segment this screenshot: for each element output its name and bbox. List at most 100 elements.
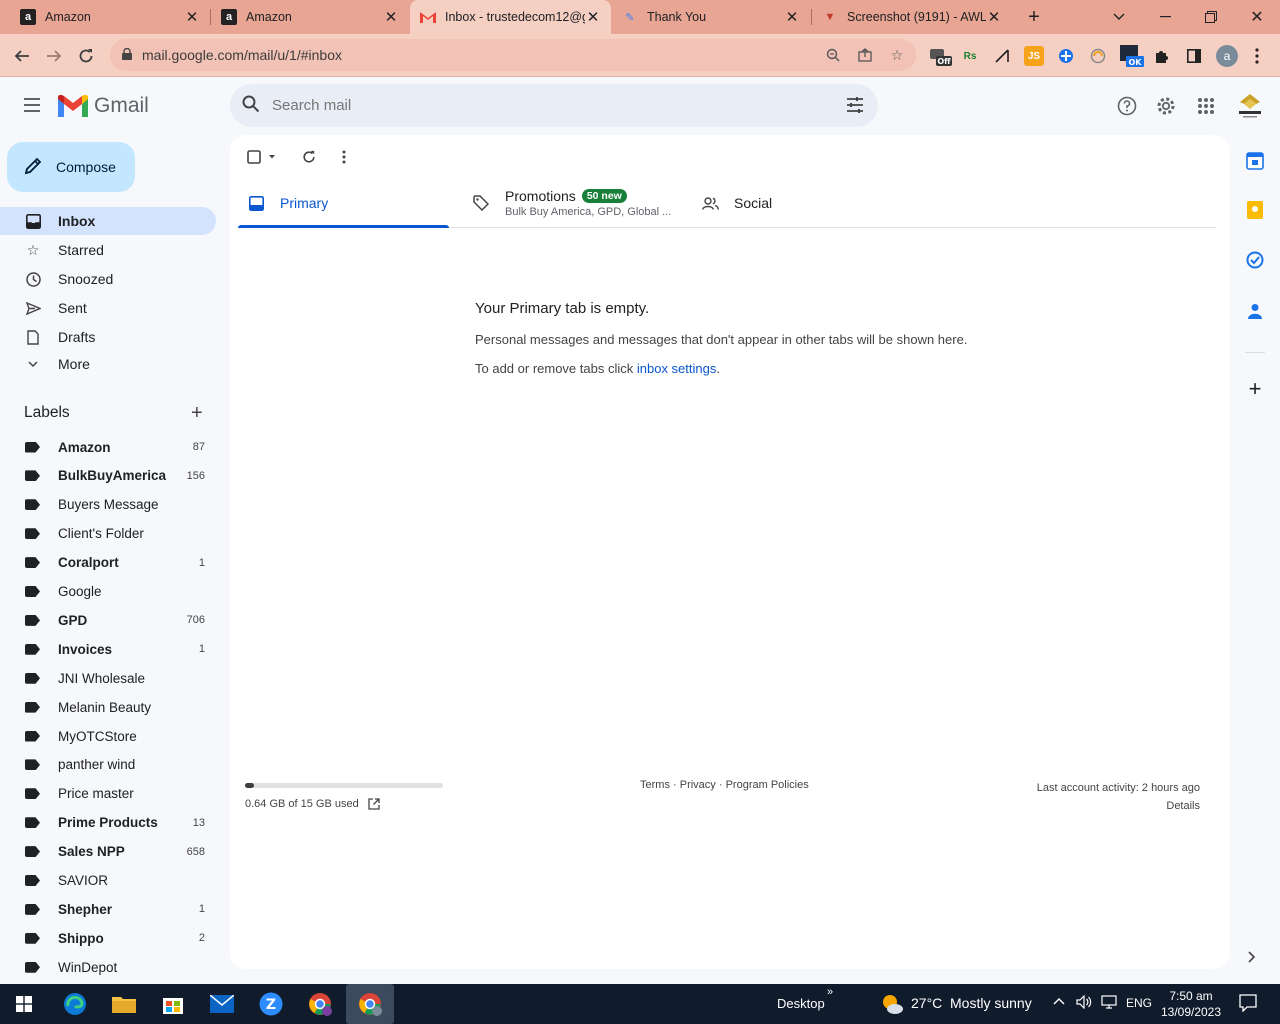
close-icon[interactable]: ✕ — [585, 8, 601, 26]
weather-sun-icon[interactable] — [877, 989, 907, 1019]
tab-promotions[interactable]: Promotions 50 new Bulk Buy America, GPD,… — [471, 179, 691, 227]
label-item[interactable]: Amazon 87 — [0, 433, 216, 461]
gmail-logo[interactable]: Gmail — [58, 94, 149, 118]
address-bar[interactable]: mail.google.com/mail/u/1/#inbox ☆ — [110, 39, 916, 71]
more-options-icon[interactable] — [334, 147, 354, 167]
keep-icon[interactable] — [1245, 200, 1265, 220]
back-button[interactable] — [8, 42, 36, 70]
label-item[interactable]: MyOTCStore — [0, 722, 216, 750]
add-addon-button[interactable]: + — [1245, 376, 1265, 401]
label-item[interactable]: JNI Wholesale — [0, 664, 216, 692]
tab-primary[interactable]: Primary — [238, 179, 449, 228]
label-item[interactable]: SAVIOR — [0, 867, 216, 895]
close-icon[interactable]: ✕ — [986, 8, 1002, 26]
reload-button[interactable] — [72, 42, 100, 70]
main-menu-icon[interactable] — [19, 92, 45, 118]
extension-js-icon[interactable]: JS — [1024, 46, 1044, 66]
extension-crosshair-icon[interactable] — [1056, 46, 1076, 66]
label-item[interactable]: Coralport 1 — [0, 549, 216, 577]
nav-item-more[interactable]: More — [0, 350, 216, 378]
volume-icon[interactable] — [1076, 994, 1092, 1012]
label-item[interactable]: Client's Folder — [0, 520, 216, 548]
search-bar[interactable] — [230, 84, 878, 127]
browser-tab[interactable]: ▼ Screenshot (9191) - AWL ✕ — [812, 0, 1012, 34]
mail-app-icon[interactable] — [207, 989, 237, 1019]
label-item[interactable]: WinDepot — [0, 953, 216, 981]
close-window-button[interactable]: ✕ — [1234, 0, 1280, 34]
expand-panel-icon[interactable] — [1247, 950, 1256, 968]
file-explorer-icon[interactable] — [109, 989, 139, 1019]
search-input[interactable] — [272, 97, 832, 114]
side-panel-icon[interactable] — [1184, 46, 1204, 66]
close-icon[interactable]: ✕ — [383, 8, 399, 26]
nav-item-snoozed[interactable]: Snoozed — [0, 265, 216, 293]
weather-temp[interactable]: 27°C — [911, 995, 942, 1011]
desktop-toolbar-label[interactable]: Desktop — [777, 996, 825, 1011]
chrome-profile-a-icon[interactable] — [346, 984, 394, 1024]
zoom-app-icon[interactable]: Z — [256, 989, 286, 1019]
language-indicator[interactable]: ENG — [1126, 996, 1152, 1010]
close-icon[interactable]: ✕ — [184, 8, 200, 26]
taskbar-clock[interactable]: 7:50 am 13/09/2023 — [1160, 988, 1222, 1020]
label-item[interactable]: Price master — [0, 780, 216, 808]
nav-item-inbox[interactable]: Inbox — [0, 207, 216, 235]
help-icon[interactable] — [1114, 93, 1140, 119]
tab-social[interactable]: Social — [700, 179, 880, 227]
label-item[interactable]: Buyers Message — [0, 491, 216, 519]
browser-tab[interactable]: a Amazon ✕ — [10, 0, 210, 34]
edge-icon[interactable] — [60, 989, 90, 1019]
search-options-icon[interactable] — [846, 96, 864, 117]
new-tab-button[interactable]: + — [1011, 0, 1057, 34]
forward-button[interactable] — [40, 42, 68, 70]
select-all-checkbox[interactable] — [246, 147, 278, 167]
nav-item-sent[interactable]: Sent — [0, 294, 216, 322]
apps-grid-icon[interactable] — [1193, 93, 1219, 119]
browser-menu-icon[interactable] — [1250, 46, 1264, 66]
add-label-button[interactable]: + — [191, 403, 203, 423]
refresh-icon[interactable] — [299, 147, 319, 167]
browser-tab[interactable]: ✎ Thank You ✕ — [612, 0, 810, 34]
tab-search-icon[interactable] — [1096, 0, 1142, 34]
calendar-icon[interactable] — [1245, 151, 1265, 171]
label-item[interactable]: Sales NPP 658 — [0, 838, 216, 866]
compose-button[interactable]: Compose — [7, 142, 135, 192]
search-icon[interactable] — [242, 95, 262, 116]
double-chevron-icon[interactable]: » — [827, 986, 833, 998]
details-link[interactable]: Details — [1037, 797, 1200, 815]
chrome-profile-m-icon[interactable] — [305, 989, 335, 1019]
account-avatar[interactable] — [1236, 90, 1264, 120]
notifications-icon[interactable] — [1239, 994, 1257, 1015]
browser-tab-active[interactable]: Inbox - trustedecom12@g ✕ — [410, 0, 611, 34]
extension-arrow-icon[interactable] — [992, 46, 1012, 66]
label-item[interactable]: BulkBuyAmerica 156 — [0, 462, 216, 490]
label-item[interactable]: GPD 706 — [0, 606, 216, 634]
tasks-icon[interactable] — [1245, 250, 1265, 270]
restore-button[interactable] — [1188, 0, 1234, 34]
windows-start-icon[interactable] — [9, 989, 39, 1019]
terms-link[interactable]: Terms — [640, 779, 670, 791]
label-item[interactable]: Google — [0, 578, 216, 606]
share-icon[interactable] — [855, 45, 875, 65]
extension-ok-icon[interactable]: OK — [1120, 45, 1144, 67]
label-item[interactable]: panther wind — [0, 751, 216, 779]
open-external-icon[interactable] — [368, 798, 380, 810]
label-item[interactable]: Shippo 2 — [0, 924, 216, 952]
store-icon[interactable] — [158, 989, 188, 1019]
extension-off-icon[interactable]: Off — [930, 46, 952, 66]
extension-swirl-icon[interactable] — [1088, 46, 1108, 66]
close-icon[interactable]: ✕ — [784, 8, 800, 26]
weather-description[interactable]: Mostly sunny — [950, 995, 1032, 1011]
program-policies-link[interactable]: Program Policies — [726, 779, 809, 791]
network-icon[interactable] — [1101, 995, 1117, 1012]
tray-chevron-up-icon[interactable] — [1053, 993, 1065, 1008]
gear-icon[interactable] — [1153, 93, 1179, 119]
nav-item-drafts[interactable]: Drafts — [0, 323, 216, 351]
inbox-settings-link[interactable]: inbox settings — [637, 361, 717, 376]
label-item[interactable]: Melanin Beauty — [0, 693, 216, 721]
zoom-icon[interactable] — [823, 45, 843, 65]
browser-profile-avatar[interactable]: a — [1216, 45, 1238, 67]
label-item[interactable]: Prime Products 13 — [0, 809, 216, 837]
privacy-link[interactable]: Privacy — [680, 779, 716, 791]
label-item[interactable]: Shepher 1 — [0, 895, 216, 923]
nav-item-starred[interactable]: ☆ Starred — [0, 236, 216, 264]
